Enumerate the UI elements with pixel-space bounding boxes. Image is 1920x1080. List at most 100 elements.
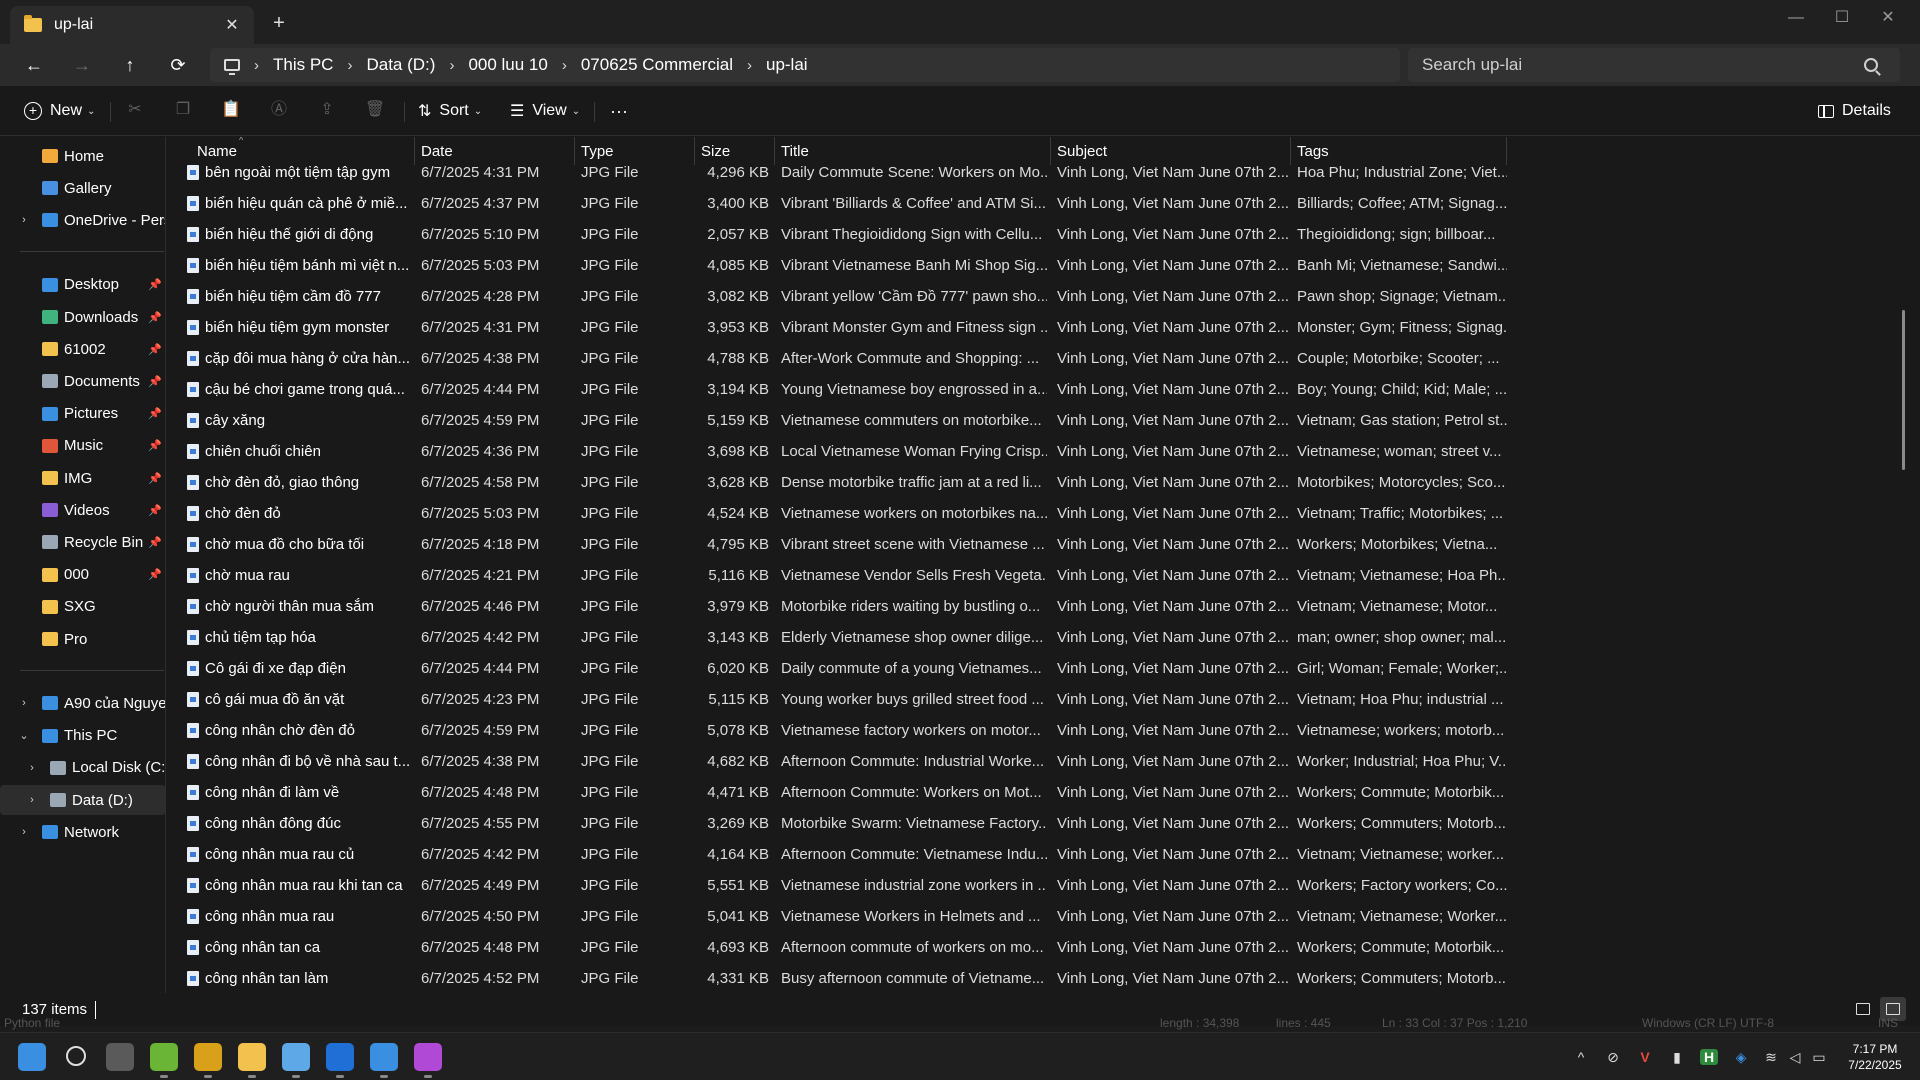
- volume-icon[interactable]: ◁: [1786, 1049, 1804, 1065]
- copy-icon[interactable]: ❐: [172, 99, 194, 121]
- chevron-right-icon[interactable]: ›: [18, 826, 30, 838]
- delete-icon[interactable]: 🗑: [364, 99, 386, 121]
- table-row[interactable]: biển hiệu tiệm cầm đồ 777 6/7/2025 4:28 P…: [167, 281, 1507, 312]
- sidebar-item-network[interactable]: › Network: [0, 817, 165, 847]
- table-row[interactable]: Cô gái đi xe đạp điện 6/7/2025 4:44 PM JPG…: [167, 653, 1507, 684]
- table-row[interactable]: chờ đèn đỏ, giao thông 6/7/2025 4:58 PM JP…: [167, 467, 1507, 498]
- breadcrumb-separator[interactable]: ›: [449, 57, 454, 74]
- breadcrumb-this-pc[interactable]: This PC: [273, 55, 333, 75]
- table-row[interactable]: công nhân tan ca 6/7/2025 4:48 PM JPG File…: [167, 932, 1507, 963]
- table-row[interactable]: chờ người thân mua sắm 6/7/2025 4:46 PM JP…: [167, 591, 1507, 622]
- rename-icon[interactable]: Ⓐ: [268, 99, 290, 121]
- table-row[interactable]: công nhân chờ đèn đỏ 6/7/2025 4:59 PM JPG …: [167, 715, 1507, 746]
- table-row[interactable]: công nhân mua rau củ 6/7/2025 4:42 PM JPG …: [167, 839, 1507, 870]
- start-icon[interactable]: [18, 1043, 46, 1071]
- close-tab-icon[interactable]: ✕: [218, 15, 246, 35]
- sidebar-item-onedrive-pers[interactable]: › OneDrive - Pers: [0, 205, 165, 235]
- photoshop-icon[interactable]: [326, 1043, 354, 1078]
- clock[interactable]: 7:17 PM 7/22/2025: [1836, 1041, 1914, 1073]
- new-tab-button[interactable]: +: [268, 12, 290, 34]
- table-row[interactable]: công nhân đi làm về 6/7/2025 4:48 PM JPG F…: [167, 777, 1507, 808]
- chevron-right-icon[interactable]: ›: [26, 762, 38, 774]
- table-row[interactable]: chiên chuối chiên 6/7/2025 4:36 PM JPG Fil…: [167, 436, 1507, 467]
- search-input[interactable]: Search up-lai: [1422, 55, 1864, 75]
- table-row[interactable]: công nhân mua rau khi tan ca 6/7/2025 4:4…: [167, 870, 1507, 901]
- tray-overflow-chevron-icon[interactable]: ^: [1572, 1049, 1590, 1065]
- sidebar-item-music[interactable]: Music 📌: [0, 431, 165, 461]
- chevron-right-icon[interactable]: ›: [26, 794, 38, 806]
- chevron-right-icon[interactable]: ›: [18, 214, 30, 226]
- sidebar-item-desktop[interactable]: Desktop 📌: [0, 270, 165, 300]
- sidebar-item-downloads[interactable]: Downloads 📌: [0, 302, 165, 332]
- table-row[interactable]: công nhân đông đúc 6/7/2025 4:55 PM JPG Fi…: [167, 808, 1507, 839]
- table-row[interactable]: cô gái mua đồ ăn vặt 6/7/2025 4:23 PM JPG …: [167, 684, 1507, 715]
- chrome-canary-icon[interactable]: [194, 1043, 222, 1078]
- new-button[interactable]: + New ⌄: [24, 98, 95, 124]
- sidebar-item-61002[interactable]: 61002 📌: [0, 334, 165, 364]
- sidebar-item-sxg[interactable]: SXG: [0, 592, 165, 622]
- breadcrumb-data-d[interactable]: Data (D:): [366, 55, 435, 75]
- messenger-icon[interactable]: [414, 1043, 442, 1078]
- table-row[interactable]: biển hiệu tiệm bánh mì việt n... 6/7/2025…: [167, 250, 1507, 281]
- sidebar-item-home[interactable]: Home: [0, 141, 165, 171]
- table-row[interactable]: công nhân tan làm 6/7/2025 4:52 PM JPG Fil…: [167, 963, 1507, 993]
- sidebar-item-a90-cua-nguye[interactable]: › A90 của Nguye: [0, 688, 165, 718]
- view-button[interactable]: ☰ View ⌄: [510, 98, 580, 124]
- battery-icon[interactable]: ▭: [1810, 1049, 1828, 1065]
- address-bar[interactable]: › This PC › Data (D:) › 000 luu 10 › 070…: [210, 48, 1400, 82]
- details-pane-button[interactable]: Details: [1818, 98, 1891, 124]
- file-explorer-icon[interactable]: [238, 1043, 266, 1078]
- table-row[interactable]: chờ mua đồ cho bữa tối 6/7/2025 4:18 PM JP…: [167, 529, 1507, 560]
- paste-icon[interactable]: 📋: [220, 99, 242, 121]
- table-row[interactable]: biển hiệu tiệm gym monster 6/7/2025 4:31 …: [167, 312, 1507, 343]
- table-row[interactable]: chờ đèn đỏ 6/7/2025 5:03 PM JPG File 4,524 …: [167, 498, 1507, 529]
- breadcrumb-070625-commercial[interactable]: 070625 Commercial: [581, 55, 733, 75]
- chevron-down-icon[interactable]: ⌄: [18, 729, 30, 742]
- vertical-scrollbar[interactable]: [1902, 310, 1905, 470]
- table-row[interactable]: chủ tiệm tạp hóa 6/7/2025 4:42 PM JPG File…: [167, 622, 1507, 653]
- tray-h-icon[interactable]: H: [1700, 1049, 1718, 1065]
- tray-shield-icon[interactable]: ◈: [1732, 1049, 1750, 1065]
- chevron-right-icon[interactable]: ›: [18, 697, 30, 709]
- table-row[interactable]: chờ mua rau 6/7/2025 4:21 PM JPG File 5,116…: [167, 560, 1507, 591]
- up-button[interactable]: ↑: [114, 50, 146, 80]
- notepad-plus-icon[interactable]: [150, 1043, 178, 1078]
- tray-app-icon[interactable]: ⊘: [1604, 1049, 1622, 1065]
- sidebar-item-gallery[interactable]: Gallery: [0, 173, 165, 203]
- breadcrumb-separator[interactable]: ›: [347, 57, 352, 74]
- sidebar-item-videos[interactable]: Videos 📌: [0, 495, 165, 525]
- app-icon[interactable]: [370, 1043, 398, 1078]
- share-icon[interactable]: ⇪: [316, 99, 338, 121]
- forward-button[interactable]: →: [66, 50, 98, 80]
- tab-up-lai[interactable]: up-lai ✕: [10, 6, 254, 44]
- breadcrumb-000-luu-10[interactable]: 000 luu 10: [468, 55, 547, 75]
- sidebar-item-000[interactable]: 000 📌: [0, 560, 165, 590]
- sidebar-item-local-disk-c[interactable]: › Local Disk (C:): [0, 753, 165, 783]
- refresh-button[interactable]: ⟳: [162, 50, 194, 80]
- tray-chart-icon[interactable]: ▮: [1668, 1049, 1686, 1065]
- breadcrumb-separator[interactable]: ›: [747, 57, 752, 74]
- breadcrumb-up-lai[interactable]: up-lai: [766, 55, 808, 75]
- sidebar-item-this-pc[interactable]: ⌄ This PC: [0, 721, 165, 751]
- sidebar-item-pictures[interactable]: Pictures 📌: [0, 399, 165, 429]
- sidebar-item-recycle-bin[interactable]: Recycle Bin 📌: [0, 527, 165, 557]
- sidebar-item-pro[interactable]: Pro: [0, 624, 165, 654]
- table-row[interactable]: bên ngoài một tiệm tập gym 6/7/2025 4:31 …: [167, 157, 1507, 188]
- cut-icon[interactable]: ✂: [124, 99, 146, 121]
- minimize-button[interactable]: —: [1776, 4, 1816, 32]
- sort-button[interactable]: ⇅ Sort ⌄: [418, 98, 482, 124]
- table-row[interactable]: công nhân đi bộ về nhà sau t... 6/7/2025 …: [167, 746, 1507, 777]
- sidebar-item-img[interactable]: IMG 📌: [0, 463, 165, 493]
- close-window-button[interactable]: ✕: [1868, 4, 1908, 32]
- table-row[interactable]: biển hiệu thế giới di động 6/7/2025 5:10 …: [167, 219, 1507, 250]
- sidebar-item-data-d[interactable]: › Data (D:): [0, 785, 165, 815]
- task-view-icon[interactable]: [106, 1043, 134, 1071]
- table-row[interactable]: công nhân mua rau 6/7/2025 4:50 PM JPG Fil…: [167, 901, 1507, 932]
- more-options-button[interactable]: ···: [610, 98, 628, 124]
- table-row[interactable]: cặp đôi mua hàng ở cửa hàn... 6/7/2025 4:…: [167, 343, 1507, 374]
- tray-v-icon[interactable]: V: [1636, 1049, 1654, 1065]
- breadcrumb-separator[interactable]: ›: [562, 57, 567, 74]
- search-icon[interactable]: [66, 1046, 86, 1066]
- table-row[interactable]: cây xăng 6/7/2025 4:59 PM JPG File 5,159 KB…: [167, 405, 1507, 436]
- details-view-button[interactable]: [1850, 997, 1876, 1021]
